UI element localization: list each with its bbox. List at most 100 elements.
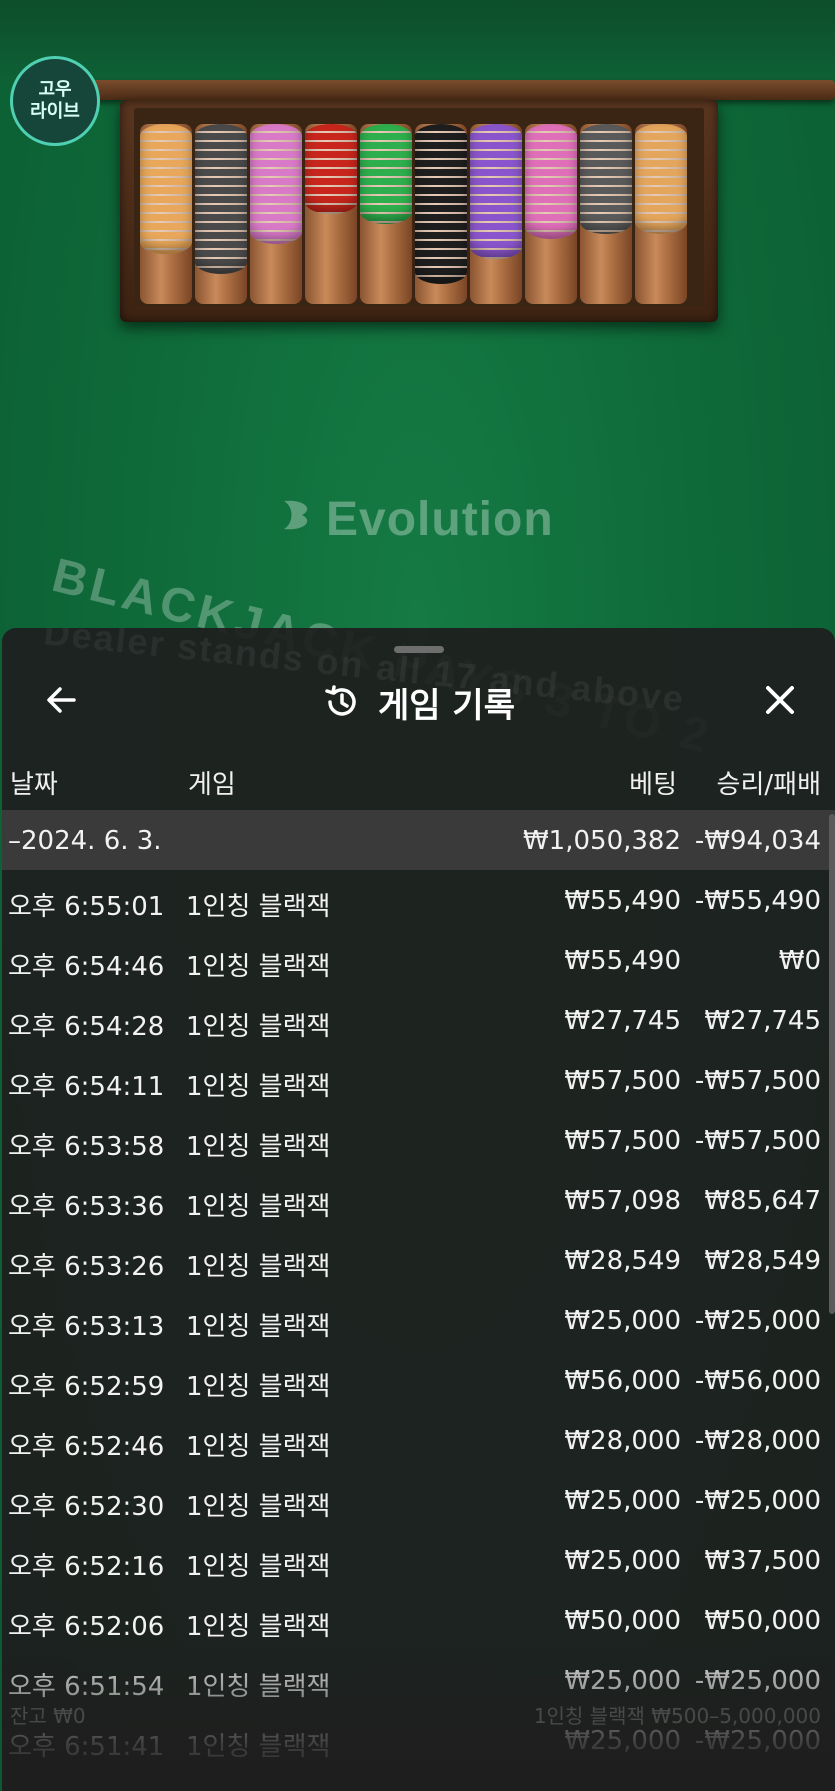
evolution-leaf-icon — [280, 492, 320, 547]
row-result: -₩55,490 — [694, 886, 821, 916]
logo-line2: 라이브 — [30, 101, 80, 122]
chip-stack — [195, 124, 247, 274]
column-header-bet[interactable]: 베팅 — [629, 764, 677, 801]
history-row[interactable]: 오후 6:53:36 1인칭 블랙잭 ₩57,098 ₩85,647 — [2, 1170, 835, 1230]
history-row[interactable]: 오후 6:52:59 1인칭 블랙잭 ₩56,000 -₩56,000 — [2, 1350, 835, 1410]
chip-stack — [140, 124, 192, 254]
close-icon — [766, 686, 794, 714]
row-result: -₩25,000 — [694, 1486, 821, 1516]
column-header-date[interactable]: 날짜 — [10, 764, 58, 801]
row-game: 1인칭 블랙잭 — [186, 1552, 331, 1582]
row-result: ₩85,647 — [704, 1186, 821, 1216]
row-result: -₩56,000 — [694, 1366, 821, 1396]
row-time: 오후 6:53:36 — [8, 1192, 165, 1222]
history-row[interactable]: 오후 6:52:16 1인칭 블랙잭 ₩25,000 ₩37,500 — [2, 1530, 835, 1590]
row-bet: ₩25,000 — [564, 1726, 681, 1756]
row-bet: ₩57,500 — [564, 1066, 681, 1096]
close-button[interactable] — [758, 678, 802, 722]
row-game: 1인칭 블랙잭 — [186, 892, 331, 922]
row-game: 1인칭 블랙잭 — [186, 952, 331, 982]
row-game: 1인칭 블랙잭 — [186, 1132, 331, 1162]
row-bet: ₩25,000 — [564, 1546, 681, 1576]
row-result: ₩0 — [778, 946, 821, 976]
history-icon — [325, 685, 356, 716]
chip-slot — [360, 124, 412, 304]
row-bet: ₩25,000 — [564, 1486, 681, 1516]
chip-slot — [470, 124, 522, 304]
sheet-title: 게임 기록 — [378, 685, 515, 726]
row-result: ₩37,500 — [704, 1546, 821, 1576]
row-game: 1인칭 블랙잭 — [186, 1732, 331, 1762]
history-row[interactable]: 오후 6:55:01 1인칭 블랙잭 ₩55,490 -₩55,490 — [2, 870, 835, 930]
history-row[interactable]: 오후 6:52:30 1인칭 블랙잭 ₩25,000 -₩25,000 — [2, 1470, 835, 1530]
history-row[interactable]: 오후 6:53:58 1인칭 블랙잭 ₩57,500 -₩57,500 — [2, 1110, 835, 1170]
row-result: ₩28,549 — [704, 1246, 821, 1276]
history-row[interactable]: 오후 6:52:06 1인칭 블랙잭 ₩50,000 ₩50,000 — [2, 1590, 835, 1650]
row-result: -₩25,000 — [694, 1726, 821, 1756]
history-row[interactable]: 오후 6:52:46 1인칭 블랙잭 ₩28,000 -₩28,000 — [2, 1410, 835, 1470]
sheet-header: 게임 기록 — [2, 680, 835, 726]
row-game: 1인칭 블랙잭 — [186, 1432, 331, 1462]
chip-stack — [470, 124, 522, 259]
chip-tray-inner — [134, 108, 704, 306]
row-time: 오후 6:52:06 — [8, 1612, 165, 1642]
sheet-drag-handle[interactable] — [394, 646, 444, 653]
row-game: 1인칭 블랙잭 — [186, 1492, 331, 1522]
history-row[interactable]: 오후 6:54:28 1인칭 블랙잭 ₩27,745 ₩27,745 — [2, 990, 835, 1050]
chip-slot — [195, 124, 247, 304]
row-result: -₩25,000 — [694, 1306, 821, 1336]
row-result: ₩27,745 — [704, 1006, 821, 1036]
row-time: 오후 6:53:58 — [8, 1132, 165, 1162]
row-time: 오후 6:51:41 — [8, 1732, 165, 1762]
chip-slot — [250, 124, 302, 304]
row-time: 오후 6:53:13 — [8, 1312, 165, 1342]
evolution-logo: Evolution — [280, 492, 554, 547]
row-result: -₩25,000 — [694, 1666, 821, 1696]
chip-stack — [360, 124, 412, 224]
row-game: 1인칭 블랙잭 — [186, 1612, 331, 1642]
date-group-row[interactable]: –2024. 6. 3. ₩1,050,382 -₩94,034 — [2, 810, 835, 870]
chip-stack — [305, 124, 357, 214]
chip-slot — [635, 124, 687, 304]
row-bet: ₩50,000 — [564, 1606, 681, 1636]
row-game: 1인칭 블랙잭 — [186, 1312, 331, 1342]
row-result: -₩28,000 — [694, 1426, 821, 1456]
history-row[interactable]: 오후 6:54:11 1인칭 블랙잭 ₩57,500 -₩57,500 — [2, 1050, 835, 1110]
row-bet: ₩28,549 — [564, 1246, 681, 1276]
table-top-felt — [0, 0, 835, 82]
row-game: 1인칭 블랙잭 — [186, 1012, 331, 1042]
column-header-result[interactable]: 승리/패배 — [717, 764, 821, 801]
scrollbar[interactable] — [829, 814, 835, 1314]
chip-slot — [415, 124, 467, 304]
row-time: 오후 6:52:16 — [8, 1552, 165, 1582]
row-time: 오후 6:52:59 — [8, 1372, 165, 1402]
row-bet: ₩25,000 — [564, 1306, 681, 1336]
column-header-game[interactable]: 게임 — [188, 764, 236, 801]
chip-stack — [415, 124, 467, 284]
history-row[interactable]: 오후 6:53:13 1인칭 블랙잭 ₩25,000 -₩25,000 — [2, 1290, 835, 1350]
evolution-wordmark: Evolution — [326, 493, 554, 546]
row-time: 오후 6:53:26 — [8, 1252, 165, 1282]
row-game: 1인칭 블랙잭 — [186, 1192, 331, 1222]
chip-slot — [580, 124, 632, 304]
history-row[interactable]: 오후 6:54:46 1인칭 블랙잭 ₩55,490 ₩0 — [2, 930, 835, 990]
chip-stack — [580, 124, 632, 234]
history-row[interactable]: 오후 6:53:26 1인칭 블랙잭 ₩28,549 ₩28,549 — [2, 1230, 835, 1290]
date-group-result-total: -₩94,034 — [694, 826, 821, 856]
row-bet: ₩27,745 — [564, 1006, 681, 1036]
row-time: 오후 6:54:28 — [8, 1012, 165, 1042]
row-game: 1인칭 블랙잭 — [186, 1672, 331, 1702]
row-result: -₩57,500 — [694, 1066, 821, 1096]
row-time: 오후 6:51:54 — [8, 1672, 165, 1702]
row-game: 1인칭 블랙잭 — [186, 1372, 331, 1402]
date-group-label: –2024. 6. 3. — [8, 826, 162, 856]
history-list: –2024. 6. 3. ₩1,050,382 -₩94,034 오후 6:55… — [2, 810, 835, 1770]
game-history-sheet: Dealer stands on all 17 and above 게임 기록 … — [2, 628, 835, 1791]
row-time: 오후 6:54:11 — [8, 1072, 165, 1102]
row-bet: ₩55,490 — [564, 946, 681, 976]
row-game: 1인칭 블랙잭 — [186, 1252, 331, 1282]
goulive-logo: 고우 라이브 — [10, 56, 100, 146]
footer-balance-ghost: 잔고 ₩0 — [10, 1704, 86, 1728]
chip-stack — [525, 124, 577, 239]
row-result: -₩57,500 — [694, 1126, 821, 1156]
